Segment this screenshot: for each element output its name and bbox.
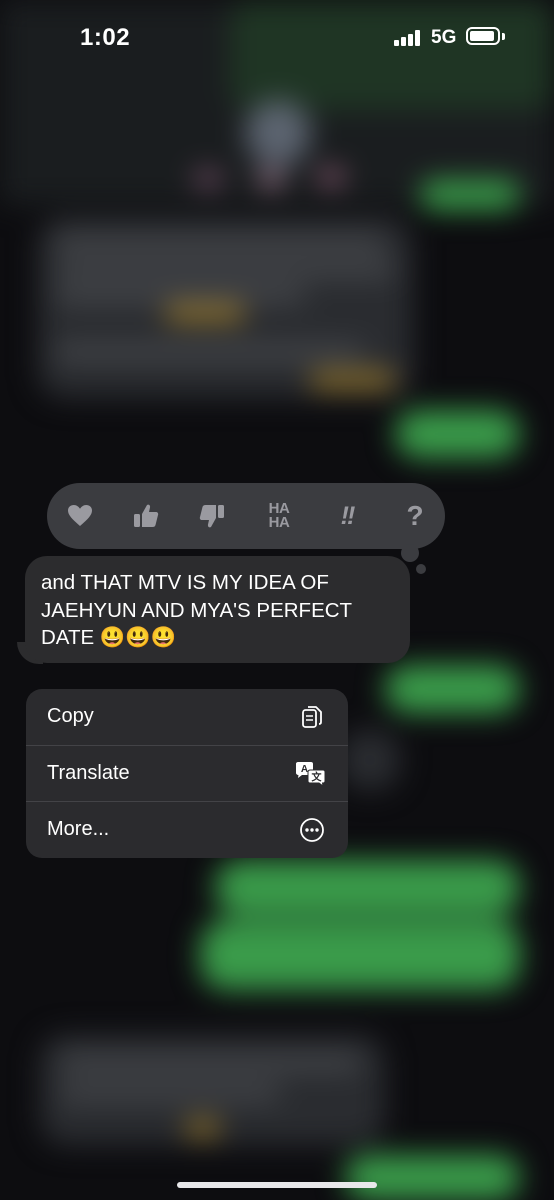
blurred-text-line <box>60 1055 360 1069</box>
home-indicator[interactable] <box>177 1182 377 1188</box>
blurred-received-bubble <box>340 730 400 790</box>
haha-icon: HA HA <box>268 500 290 531</box>
thumbs-down-reaction-button[interactable] <box>192 497 232 535</box>
cellular-signal-icon <box>394 30 420 46</box>
thumbs-up-reaction-button[interactable] <box>126 497 166 535</box>
battery-cap <box>502 33 505 40</box>
blurred-text-line <box>55 345 365 359</box>
blurred-sent-bubble <box>420 180 520 210</box>
thumbs-up-icon <box>134 504 159 527</box>
blurred-name-dot <box>258 172 284 186</box>
translate-icon: A 文 <box>296 762 326 788</box>
more-menu-item[interactable]: More... <box>26 802 348 858</box>
blurred-emoji <box>185 1120 220 1136</box>
question-reaction-button[interactable]: ? <box>395 497 435 535</box>
blurred-text-line <box>55 288 305 302</box>
blurred-sent-bubble <box>200 920 520 990</box>
heart-reaction-button[interactable] <box>60 497 100 535</box>
blurred-name-dot <box>195 172 221 186</box>
translate-menu-item[interactable]: Translate A 文 <box>26 746 348 802</box>
emphasize-reaction-button[interactable]: !! <box>327 497 367 535</box>
double-exclamation-icon: !! <box>340 501 356 530</box>
blurred-sent-bubble <box>385 665 520 713</box>
network-type-label: 5G <box>431 27 457 48</box>
message-context-menu: Copy Translate A 文 More... <box>26 689 348 858</box>
question-mark-icon: ? <box>406 500 424 531</box>
blurred-text-line <box>55 262 395 276</box>
svg-text:A: A <box>301 764 308 775</box>
svg-text:文: 文 <box>312 771 323 784</box>
tapback-reaction-bar: HA HA !! ? <box>47 483 445 549</box>
blurred-sent-bubble <box>215 860 520 915</box>
tapback-tail-bubble <box>416 564 426 574</box>
translate-label: Translate <box>47 762 130 784</box>
thumbs-down-icon <box>199 505 224 528</box>
blurred-text-line <box>60 1085 280 1099</box>
battery-icon <box>466 27 500 45</box>
more-ellipsis-icon <box>300 818 324 842</box>
status-bar: 1:02 5G <box>0 0 554 76</box>
blurred-contact-avatar <box>245 100 311 166</box>
haha-reaction-button[interactable]: HA HA <box>259 497 299 535</box>
heart-icon <box>68 505 92 526</box>
more-label: More... <box>47 818 110 840</box>
tapback-tail-bubble <box>401 544 419 562</box>
focused-message-bubble[interactable]: and THAT MTV IS MY IDEA OF JAEHYUN AND M… <box>25 556 410 663</box>
copy-label: Copy <box>47 705 94 727</box>
blurred-text-line <box>55 235 385 249</box>
message-text: and THAT MTV IS MY IDEA OF JAEHYUN AND M… <box>41 571 352 649</box>
copy-icon <box>302 706 322 728</box>
blurred-name-dot <box>318 170 344 184</box>
blurred-sent-bubble <box>345 1155 520 1200</box>
status-time: 1:02 <box>80 24 131 51</box>
blurred-sent-bubble <box>395 410 520 458</box>
blurred-emoji <box>165 305 245 321</box>
copy-menu-item[interactable]: Copy <box>26 689 348 745</box>
blurred-emoji <box>310 372 395 388</box>
